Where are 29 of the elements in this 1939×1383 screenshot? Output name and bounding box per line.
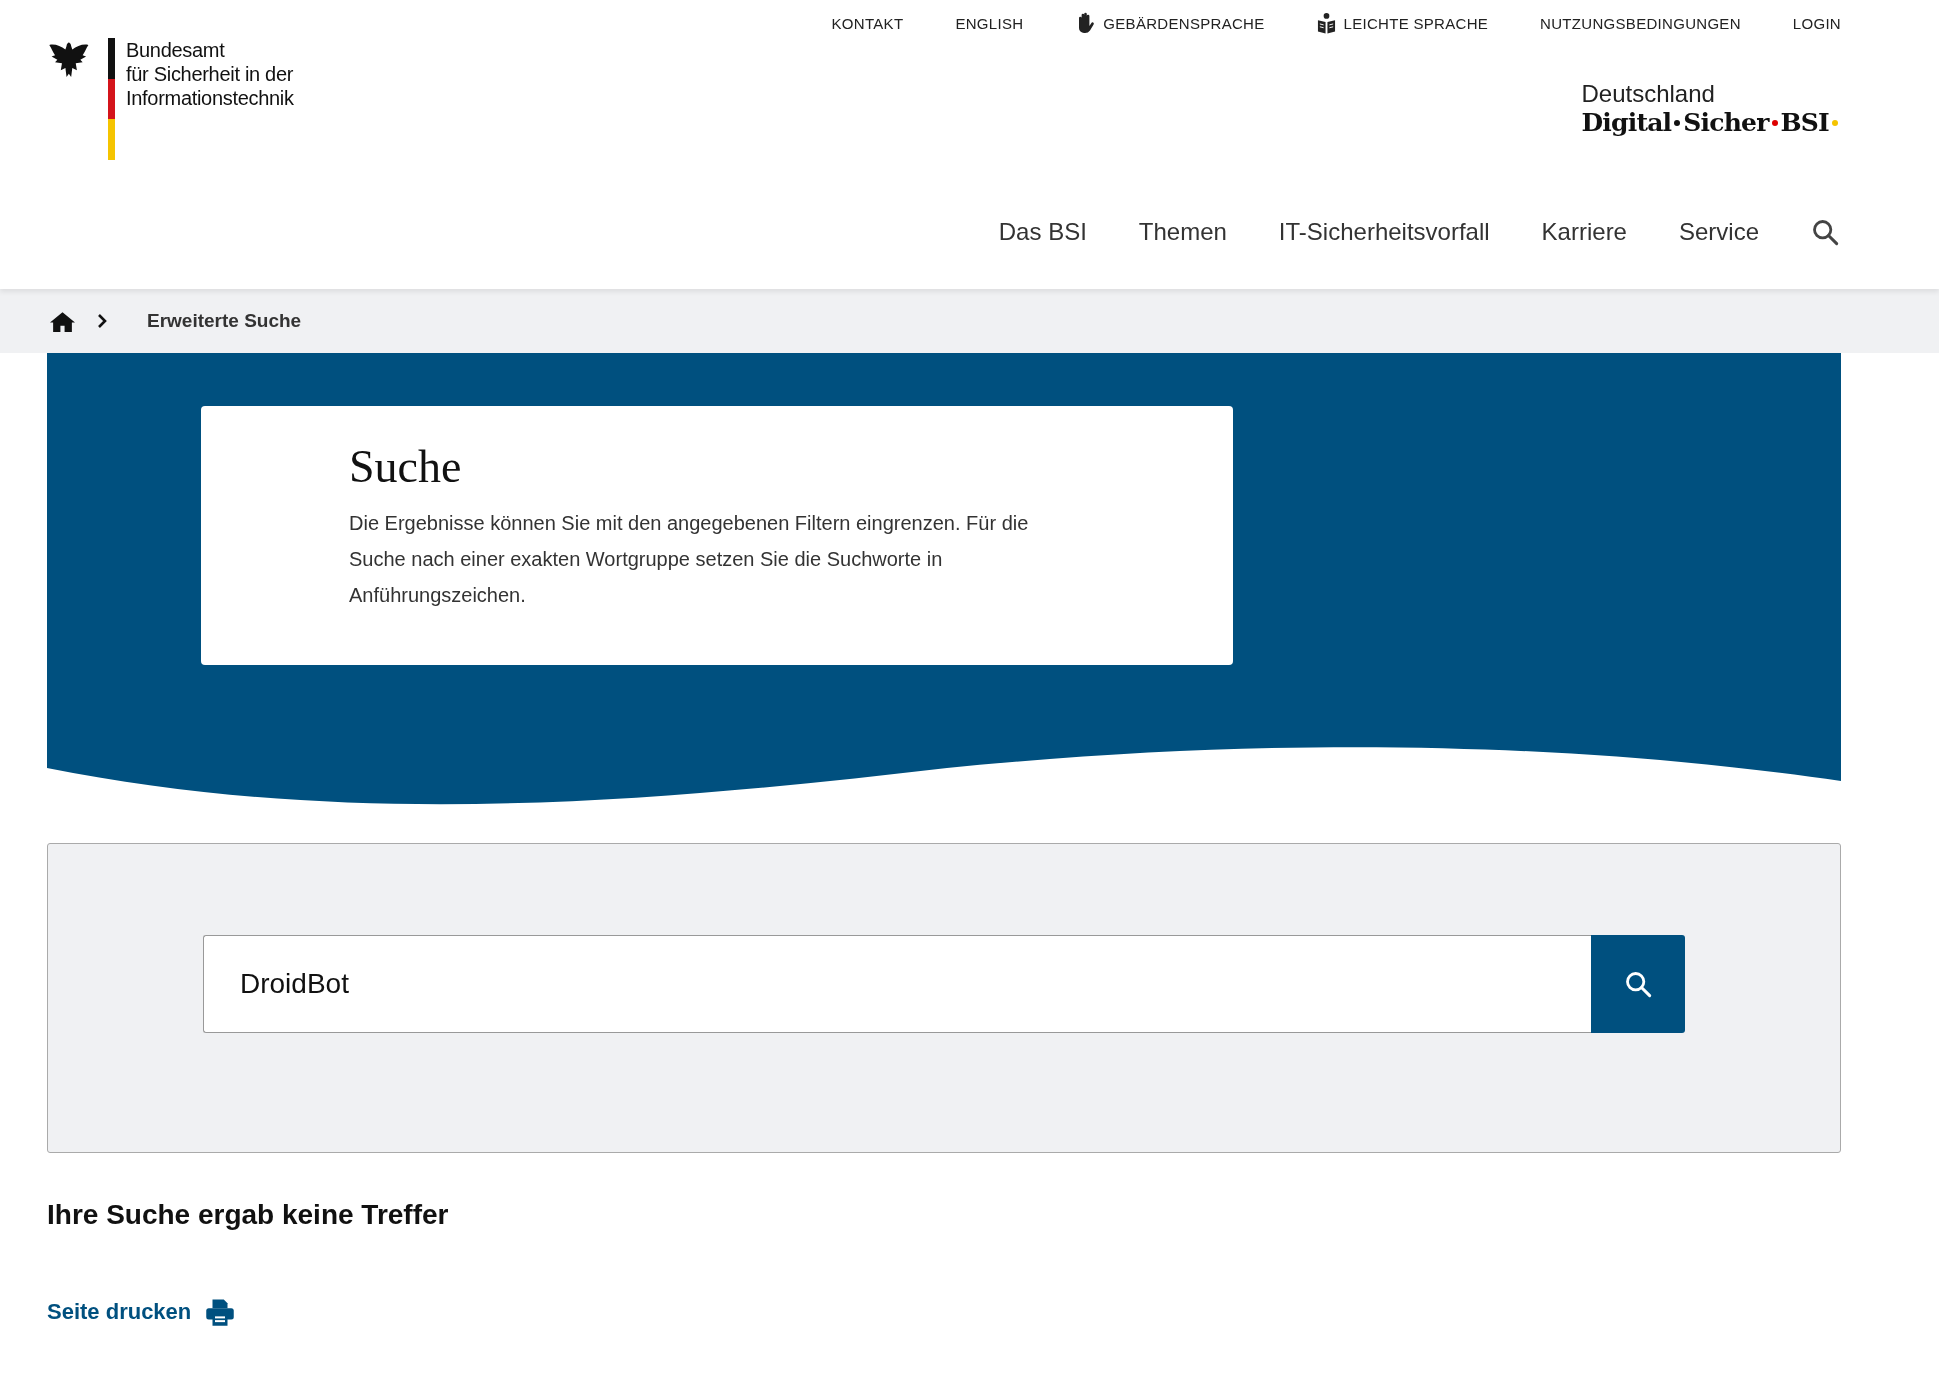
utility-link[interactable]: KONTAKT xyxy=(831,12,904,34)
intro-text: Die Ergebnisse können Sie mit den angegebenen Filtern eingrenzen. Für die Suche nach einer exakten Wortgruppe setzen Sie die Suchworte in Anführungszeichen. xyxy=(349,511,1030,608)
nav-link[interactable]: Themen xyxy=(1138,218,1227,246)
search-icon xyxy=(1624,970,1652,998)
brand-text: Deutschland xyxy=(1581,80,1716,108)
nav-link[interactable]: IT-Sicherheitsvorfall xyxy=(1278,218,1490,246)
nav-link[interactable]: Karriere xyxy=(1541,218,1627,246)
book-icon xyxy=(1316,12,1336,34)
utility-link[interactable]: LOGIN xyxy=(1792,12,1841,34)
printer-icon xyxy=(205,1297,236,1327)
utility-link[interactable]: NUTZUNGSBEDINGUNGEN xyxy=(1540,12,1741,34)
brand-slogan: Digital Sicher BSI xyxy=(1581,108,1841,137)
utility-link[interactable]: LEICHTE SPRACHE xyxy=(1316,12,1489,34)
utility-link[interactable]: GEBÄRDENSPRACHE xyxy=(1075,12,1265,34)
logo-text: Informationstechnik xyxy=(126,86,294,110)
page-title: Suche xyxy=(349,440,463,493)
nav-link[interactable]: Das BSI xyxy=(998,218,1087,246)
print-link[interactable]: Seite drucken xyxy=(47,1297,236,1327)
breadcrumb-current: Erweiterte Suche xyxy=(147,310,302,332)
logo-text: für Sicherheit in der xyxy=(126,62,294,86)
search-button[interactable] xyxy=(1811,217,1841,247)
home-icon[interactable] xyxy=(50,310,75,332)
utility-link[interactable]: ENGLISH xyxy=(955,12,1024,34)
chevron-right-icon xyxy=(97,313,107,329)
nav-link[interactable]: Service xyxy=(1678,218,1759,246)
logo-text: Bundesamt xyxy=(126,38,226,62)
result-message: Ihre Suche ergab keine Treffer xyxy=(47,1199,450,1231)
search-field[interactable]: DroidBot xyxy=(203,935,1591,1033)
search-icon xyxy=(1811,218,1839,246)
